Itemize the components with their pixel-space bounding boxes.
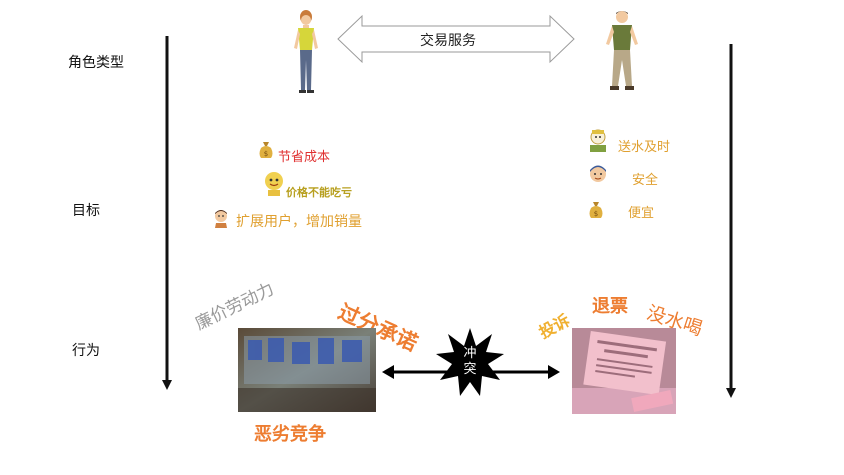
delivery-icon — [590, 129, 606, 152]
safety-face-icon — [590, 165, 606, 182]
goal-safe: 安全 — [632, 173, 659, 188]
behavior-vicious-competition: 恶劣竞争 — [254, 424, 326, 445]
row-label-behavior: 行为 — [72, 343, 100, 359]
man-figure-icon — [606, 11, 638, 90]
svg-text:$: $ — [594, 210, 598, 218]
conflict-label-line2: 突 — [463, 362, 477, 377]
person-icon — [215, 210, 227, 228]
behavior-cheap-labor: 廉价劳动力 — [192, 279, 278, 335]
sign-photo — [238, 328, 376, 412]
left-vertical-arrow — [162, 36, 172, 390]
goal-cheap: 便宜 — [628, 206, 655, 221]
goal-timely: 送水及时 — [618, 140, 671, 155]
goal-expand-users: 扩展用户，增加销量 — [236, 214, 362, 230]
behavior-complain: 投诉 — [535, 310, 574, 343]
service-label: 交易服务 — [420, 33, 476, 49]
goal-price-no-loss: 价格不能吃亏 — [286, 186, 352, 199]
tickets-photo — [572, 328, 676, 414]
conflict-label-line1: 冲 — [463, 346, 477, 361]
money-bag-icon: $ — [259, 142, 273, 158]
right-vertical-arrow — [726, 44, 736, 398]
woman-figure-icon — [294, 10, 318, 93]
cartoon-face-icon — [265, 172, 283, 196]
money-bag-icon-right: $ — [589, 202, 603, 218]
svg-text:$: $ — [264, 150, 268, 158]
goal-save-cost: 节省成本 — [278, 150, 331, 165]
row-label-role: 角色类型 — [68, 55, 124, 71]
behavior-refund: 退票 — [592, 296, 628, 317]
row-label-goal: 目标 — [72, 203, 100, 219]
conflict-label: 冲 突 — [460, 346, 480, 378]
